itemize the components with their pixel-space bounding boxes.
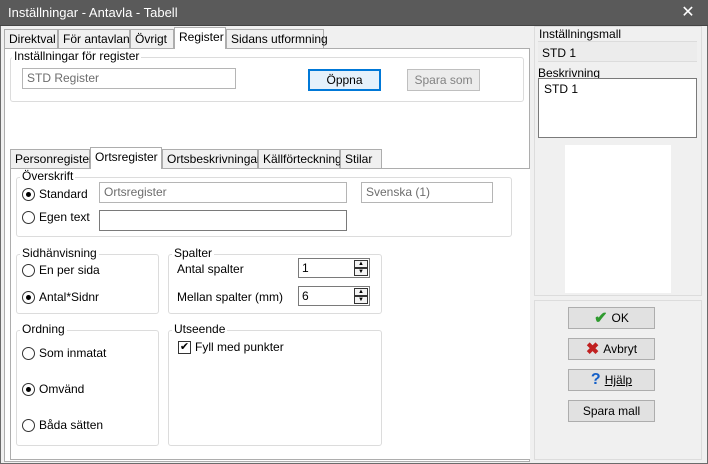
tab-direktval[interactable]: Direktval — [4, 29, 58, 49]
window-title: Inställningar - Antavla - Tabell — [8, 5, 178, 20]
tab-ortsregister[interactable]: Ortsregister — [90, 147, 162, 169]
tab-for-antavlan[interactable]: För antavlan — [58, 29, 130, 49]
spinner-arrows[interactable]: ▲ ▼ — [354, 260, 368, 276]
save-template-label: Spara mall — [582, 404, 641, 418]
radio-reversed-label: Omvänd — [39, 382, 85, 396]
column-gap-value: 6 — [302, 289, 309, 303]
description-box[interactable]: STD 1 — [538, 78, 697, 138]
check-icon[interactable]: ✔ — [178, 340, 191, 354]
tab-ortsbeskrivningar[interactable]: Ortsbeskrivningar — [162, 149, 261, 169]
tab-kallforteckning[interactable]: Källförteckning — [258, 149, 342, 169]
radio-dot[interactable] — [22, 346, 35, 360]
ok-button[interactable]: ✔ OK — [568, 307, 655, 329]
appearance-legend: Utseende — [172, 322, 228, 336]
radio-reversed[interactable]: Omvänd — [22, 382, 84, 396]
fill-dots-label: Fyll med punkter — [195, 340, 284, 354]
fill-dots-checkbox[interactable]: ✔ Fyll med punkter — [178, 340, 284, 354]
radio-dot[interactable] — [22, 290, 35, 304]
column-count-label: Antal spalter — [177, 262, 244, 276]
radio-count-pagenr-label: Antal*Sidnr — [39, 290, 100, 304]
language-input[interactable]: Svenska (1) — [361, 182, 493, 203]
tab-personregister[interactable]: Personregister — [10, 149, 93, 169]
ok-label: OK — [611, 311, 629, 325]
template-value[interactable]: STD 1 — [538, 41, 697, 62]
radio-standard-label: Standard — [39, 187, 88, 201]
register-settings-legend: Inställningar för register — [12, 49, 142, 63]
save-template-button[interactable]: Spara mall — [568, 400, 655, 422]
radio-own-text-label: Egen text — [39, 210, 90, 224]
close-icon[interactable]: ✕ — [670, 0, 706, 26]
radio-dot[interactable] — [22, 187, 35, 201]
open-button[interactable]: Öppna — [308, 69, 381, 91]
own-text-input[interactable] — [99, 210, 347, 231]
template-title: Inställningsmall — [539, 27, 622, 41]
cancel-button[interactable]: ✖ Avbryt — [568, 338, 655, 360]
column-gap-label: Mellan spalter (mm) — [177, 290, 284, 304]
column-gap-spinner[interactable]: 6 ▲ ▼ — [298, 286, 370, 306]
radio-count-pagenr[interactable]: Antal*Sidnr — [22, 290, 99, 304]
radio-dot[interactable] — [22, 210, 35, 224]
spin-up-icon[interactable]: ▲ — [354, 288, 368, 296]
spin-up-icon[interactable]: ▲ — [354, 260, 368, 268]
radio-as-entered[interactable]: Som inmatat — [22, 346, 106, 360]
order-legend: Ordning — [20, 322, 67, 336]
tab-sidans-utformning[interactable]: Sidans utformning — [226, 29, 328, 49]
save-as-button[interactable]: Spara som — [407, 69, 480, 91]
tab-stilar[interactable]: Stilar — [340, 149, 382, 169]
standard-heading-input[interactable]: Ortsregister — [99, 182, 347, 203]
spin-down-icon[interactable]: ▼ — [354, 296, 368, 304]
tab-register[interactable]: Register — [174, 27, 226, 49]
radio-dot[interactable] — [22, 418, 35, 432]
radio-dot[interactable] — [22, 382, 35, 396]
radio-as-entered-label: Som inmatat — [39, 346, 107, 360]
spinner-arrows[interactable]: ▲ ▼ — [354, 288, 368, 304]
spin-down-icon[interactable]: ▼ — [354, 268, 368, 276]
radio-both-ways[interactable]: Båda sätten — [22, 418, 103, 432]
help-label: Hjälp — [604, 373, 633, 387]
columns-legend: Spalter — [172, 246, 215, 260]
preview-area — [565, 145, 671, 293]
radio-own-text[interactable]: Egen text — [22, 210, 90, 224]
question-icon: ? — [590, 371, 601, 388]
page-ref-legend: Sidhänvisning — [20, 246, 99, 260]
heading-legend: Överskrift — [20, 169, 76, 183]
column-count-spinner[interactable]: 1 ▲ ▼ — [298, 258, 370, 278]
radio-dot[interactable] — [22, 263, 35, 277]
cross-icon: ✖ — [585, 341, 600, 358]
tab-ovrigt[interactable]: Övrigt — [130, 29, 174, 49]
cancel-label: Avbryt — [603, 342, 638, 356]
check-icon: ✔ — [594, 310, 608, 327]
help-button[interactable]: ? Hjälp — [568, 369, 655, 391]
register-name-input[interactable]: STD Register — [22, 68, 236, 89]
radio-one-per-page-label: En per sida — [39, 263, 100, 277]
radio-one-per-page[interactable]: En per sida — [22, 263, 100, 277]
radio-both-ways-label: Båda sätten — [39, 418, 104, 432]
column-count-value: 1 — [302, 261, 309, 275]
title-bar: Inställningar - Antavla - Tabell ✕ — [0, 0, 708, 26]
radio-standard[interactable]: Standard — [22, 187, 88, 201]
